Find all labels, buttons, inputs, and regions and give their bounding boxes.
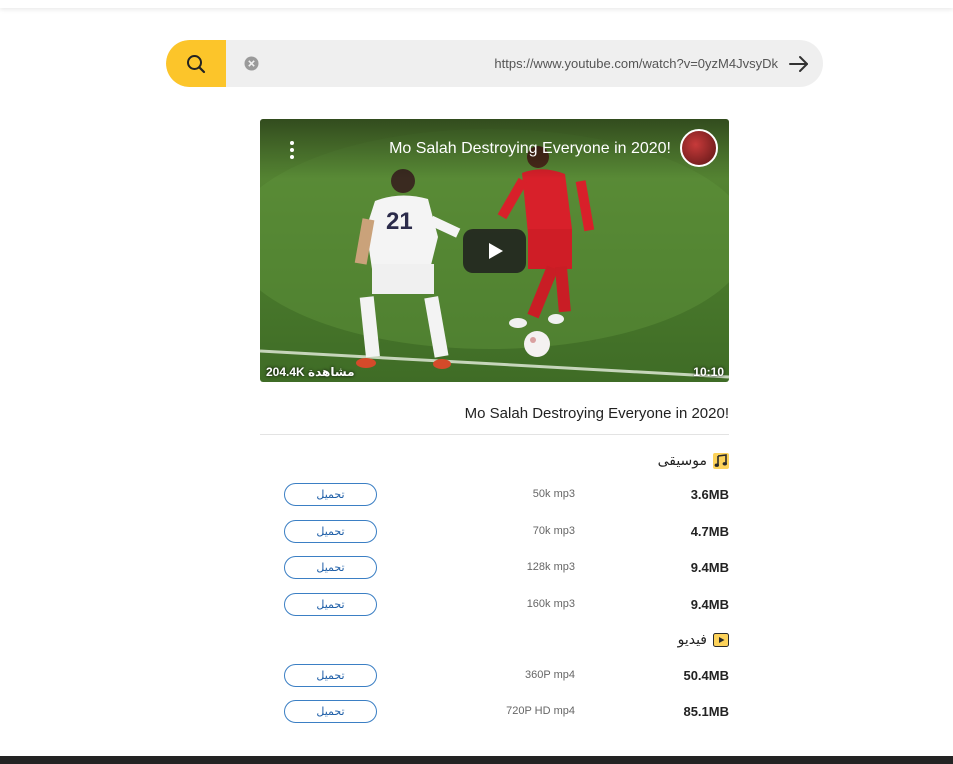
music-section-heading: موسيقى bbox=[658, 452, 729, 469]
video-duration: 10:10 bbox=[693, 365, 724, 379]
ball-icon bbox=[524, 331, 550, 357]
download-row: 50.4MB 360P mp4 تحميل bbox=[260, 664, 729, 688]
more-options-icon[interactable] bbox=[286, 141, 298, 159]
file-size: 4.7MB bbox=[690, 524, 729, 539]
file-size: 85.1MB bbox=[683, 704, 729, 719]
download-button[interactable]: تحميل bbox=[284, 700, 377, 723]
video-section-heading: فيديو bbox=[678, 631, 729, 648]
file-size: 9.4MB bbox=[690, 560, 729, 575]
file-size: 3.6MB bbox=[690, 487, 729, 502]
play-button[interactable] bbox=[463, 229, 526, 273]
video-overlay-title[interactable]: Mo Salah Destroying Everyone in 2020! bbox=[389, 140, 671, 158]
download-button[interactable]: تحميل bbox=[284, 664, 377, 687]
file-format: 160k mp3 bbox=[526, 598, 575, 610]
video-play-icon bbox=[713, 632, 729, 647]
download-row: 3.6MB 50k mp3 تحميل bbox=[260, 483, 729, 507]
search-button[interactable] bbox=[166, 40, 226, 87]
download-button[interactable]: تحميل bbox=[284, 593, 377, 616]
file-format: 70k mp3 bbox=[532, 525, 575, 537]
download-row: 4.7MB 70k mp3 تحميل bbox=[260, 520, 729, 544]
video-section-label: فيديو bbox=[677, 631, 707, 647]
search-icon bbox=[187, 54, 206, 73]
jersey-number: 21 bbox=[386, 208, 413, 235]
download-button[interactable]: تحميل bbox=[284, 520, 377, 543]
divider bbox=[260, 434, 729, 435]
clear-icon bbox=[244, 56, 258, 70]
music-section-label: موسيقى bbox=[657, 452, 707, 468]
submit-button[interactable] bbox=[786, 52, 812, 76]
download-button[interactable]: تحميل bbox=[284, 483, 377, 506]
file-format: 128k mp3 bbox=[526, 561, 575, 573]
download-row: 9.4MB 128k mp3 تحميل bbox=[260, 556, 729, 580]
download-row: 9.4MB 160k mp3 تحميل bbox=[260, 593, 729, 617]
arrow-right-icon bbox=[789, 56, 808, 72]
download-row: 85.1MB 720P HD mp4 تحميل bbox=[260, 700, 729, 724]
view-count: 204.4K مشاهدة bbox=[266, 365, 355, 379]
file-size: 50.4MB bbox=[683, 668, 729, 683]
play-icon bbox=[488, 243, 503, 259]
video-thumbnail[interactable]: 21 Mo Salah Destroying Everyone in 2020!… bbox=[260, 119, 729, 382]
clear-input-button[interactable] bbox=[243, 55, 259, 71]
file-format: 720P HD mp4 bbox=[506, 705, 575, 717]
download-button[interactable]: تحميل bbox=[284, 556, 377, 579]
top-bar bbox=[0, 0, 953, 8]
channel-avatar[interactable] bbox=[680, 129, 718, 167]
file-format: 50k mp3 bbox=[532, 488, 575, 500]
url-input[interactable] bbox=[266, 40, 778, 87]
file-size: 9.4MB bbox=[690, 597, 729, 612]
footer-bar bbox=[0, 756, 953, 764]
music-note-icon bbox=[713, 452, 729, 469]
url-search-bar bbox=[166, 40, 823, 87]
file-format: 360P mp4 bbox=[525, 669, 575, 681]
video-title: Mo Salah Destroying Everyone in 2020! bbox=[464, 405, 729, 422]
